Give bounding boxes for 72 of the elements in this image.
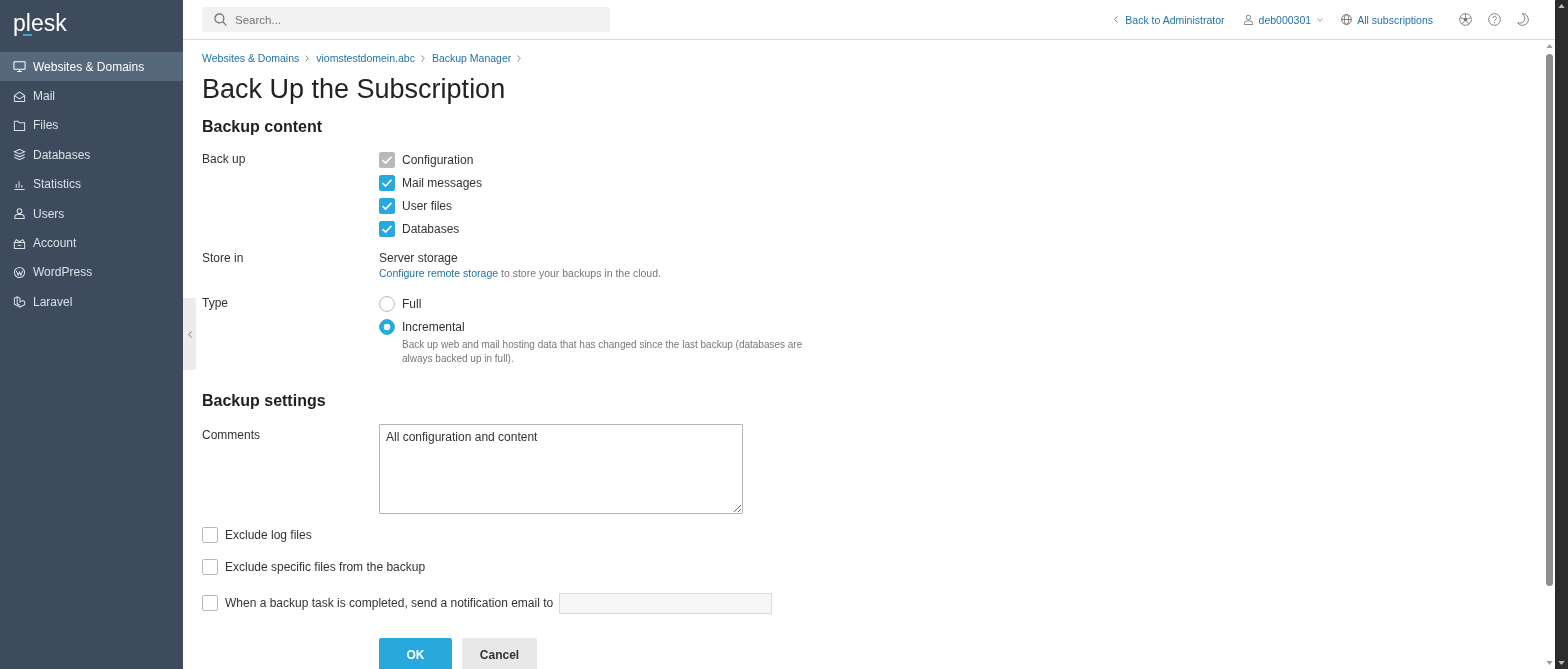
checkbox[interactable] [202, 595, 218, 611]
option-label: Mail messages [402, 175, 483, 190]
checkbox[interactable] [379, 174, 395, 191]
sidebar-item[interactable]: WordPress [0, 257, 183, 288]
moon-icon[interactable] [1517, 13, 1530, 26]
option-description: Back up web and mail hosting data that has changed since the last backup (databases are always backed up in full). [402, 338, 804, 366]
checkbox[interactable] [202, 527, 218, 543]
cube-logo-icon [13, 295, 26, 309]
field-label: Comments [202, 428, 260, 442]
sidebar-item[interactable]: Laravel [0, 287, 183, 317]
ball-icon[interactable] [1459, 13, 1472, 26]
chevron-down-icon [1317, 17, 1324, 22]
scroll-up-icon[interactable] [1558, 4, 1565, 8]
circle-logo-icon [13, 265, 26, 279]
user-menu[interactable]: deb000301 [1242, 13, 1324, 26]
sidebar-item[interactable]: Statistics [0, 169, 183, 199]
chevron-right-icon [517, 54, 522, 62]
case-icon [13, 236, 26, 250]
radio-button[interactable] [379, 295, 395, 312]
email-field[interactable] [559, 592, 773, 614]
field-label: Store in [202, 251, 244, 265]
back-link[interactable]: Back to Administrator [1114, 13, 1225, 26]
subscriptions-link[interactable]: All subscriptions [1341, 13, 1433, 26]
logo[interactable]: plesk [13, 9, 67, 37]
scrollbar[interactable] [1555, 0, 1568, 669]
sidebar-item[interactable]: Databases [0, 140, 183, 170]
chevron-left-icon [187, 330, 192, 338]
cancel-button[interactable]: Cancel [462, 638, 537, 669]
remote-storage-link[interactable]: Configure remote storage [379, 267, 499, 279]
option-label: Databases [402, 221, 460, 236]
folder-icon [13, 118, 26, 132]
breadcrumb-link[interactable]: viomstestdomein.abc [316, 52, 415, 64]
search-icon [214, 13, 227, 26]
chevron-right-icon [420, 54, 425, 62]
chevron-left-icon [1114, 16, 1119, 23]
field-value: Server storage [379, 250, 458, 266]
option-label: Exclude specific files from the backup [225, 560, 426, 574]
option-label: Configuration [402, 152, 474, 167]
sidebar-item[interactable]: Websites & Domains [0, 52, 183, 82]
layers-icon [13, 148, 26, 162]
section-heading: Backup content [202, 117, 322, 137]
collapse-handle[interactable] [183, 298, 196, 370]
comments-field[interactable]: All configuration and content [379, 424, 743, 514]
user-icon [13, 207, 26, 221]
field-label: Type [202, 296, 228, 310]
breadcrumb-link[interactable]: Backup Manager [431, 52, 512, 64]
monitor-icon [13, 60, 26, 74]
search-field[interactable]: Search... [202, 7, 610, 32]
chevron-right-icon [305, 54, 310, 62]
breadcrumb-link[interactable]: Websites & Domains [202, 52, 300, 64]
sidebar-item[interactable]: Users [0, 198, 183, 229]
sidebar-item[interactable]: Account [0, 228, 183, 258]
option-label: When a backup task is completed, send a notification email to [225, 596, 554, 610]
option-label: Full [402, 296, 422, 311]
checkbox[interactable] [379, 220, 395, 237]
field-label: Back up [202, 152, 246, 166]
radio-button[interactable] [379, 318, 395, 335]
scrollbar-thumb[interactable] [1545, 54, 1553, 586]
option-label: Exclude log files [225, 528, 312, 542]
page-title: Back Up the Subscription [202, 73, 506, 106]
envelope-icon [13, 89, 26, 103]
help-icon[interactable] [1488, 13, 1501, 26]
sidebar-item[interactable]: Files [0, 110, 183, 141]
option-label: User files [402, 198, 452, 213]
checkbox[interactable] [202, 559, 218, 575]
sidebar-item[interactable]: Mail [0, 81, 183, 111]
user-icon [1242, 14, 1254, 25]
section-heading: Backup settings [202, 391, 326, 411]
checkbox[interactable] [379, 197, 395, 214]
globe-icon [1341, 14, 1353, 25]
option-label: Incremental [402, 319, 465, 334]
storage-hint: Configure remote storage to store your backups in the cloud. [379, 266, 661, 280]
